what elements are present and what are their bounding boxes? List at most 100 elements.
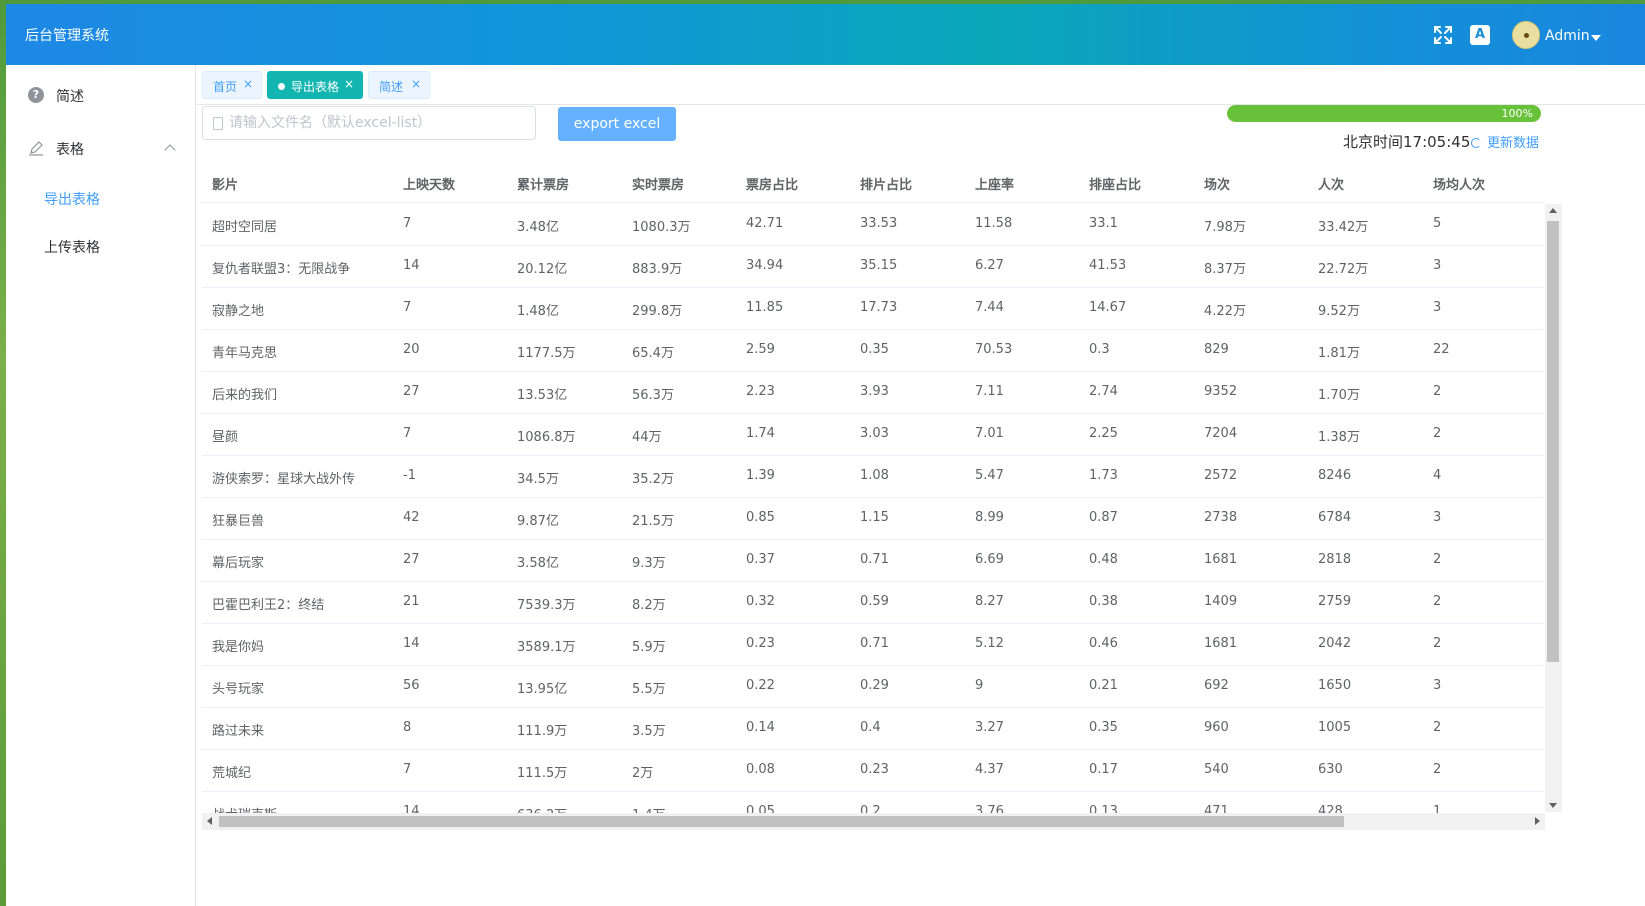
active-dot-icon: [278, 83, 285, 90]
table-row[interactable]: 我是你妈 14 3589.1万 5.9万 0.23 0.71 5.12 0.46 1681 204…: [202, 624, 1543, 666]
table-row[interactable]: 超时空同居 7 3.48亿 1080.3万 42.71 33.53 11.58 33.1 7.9…: [202, 204, 1543, 246]
column-header[interactable]: 上映天数: [403, 174, 455, 193]
table-cell: 2.59: [746, 342, 775, 357]
table-row[interactable]: 复仇者联盟3：无限战争 14 20.12亿 883.9万 34.94 35.15 6.27 4…: [202, 246, 1543, 288]
sidebar-item-label: 导出表格: [44, 192, 100, 208]
table-cell: 2: [1433, 594, 1442, 609]
user-name[interactable]: Admin: [1545, 28, 1590, 44]
filename-input[interactable]: [229, 108, 529, 138]
close-icon[interactable]: ×: [243, 77, 253, 91]
table-cell: 1080.3万: [632, 220, 691, 235]
table-cell: 9.3万: [632, 556, 666, 571]
table-cell: 8: [403, 720, 412, 735]
table-cell: 1.15: [860, 510, 889, 525]
column-header[interactable]: 场均人次: [1433, 174, 1485, 193]
progress-bar: 100%: [1227, 105, 1541, 122]
filename-field[interactable]: [202, 106, 536, 140]
table-row[interactable]: 巴霍巴利王2：终结 21 7539.3万 8.2万 0.32 0.59 8.27 0.38 14…: [202, 582, 1543, 624]
column-header[interactable]: 排片占比: [860, 174, 912, 193]
table-cell: 1681: [1204, 552, 1238, 567]
scroll-left-icon[interactable]: [207, 817, 212, 825]
table-row[interactable]: 昼颜 7 1086.8万 44万 1.74 3.03 7.01 2.25 7204 1.38万 2: [202, 414, 1543, 456]
table-cell: 56.3万: [632, 388, 674, 403]
avatar[interactable]: [1512, 21, 1540, 49]
table-row[interactable]: 幕后玩家 27 3.58亿 9.3万 0.37 0.71 6.69 0.48 1681 2818 2: [202, 540, 1543, 582]
column-header[interactable]: 上座率: [975, 174, 1014, 193]
table-cell: 8.99: [975, 510, 1004, 525]
table-row[interactable]: 荒城纪 7 111.5万 2万 0.08 0.23 4.37 0.17 540 630 2: [202, 750, 1543, 792]
table-cell: 7.44: [975, 300, 1004, 315]
tab-export-table[interactable]: 导出表格 ×: [267, 71, 363, 99]
chevron-up-icon: [164, 144, 176, 156]
table-cell: 42: [403, 510, 420, 525]
sidebar-item-brief[interactable]: ? 简述: [6, 70, 196, 120]
table-cell: 8.27: [975, 594, 1004, 609]
table-cell: 6.27: [975, 258, 1004, 273]
table-cell: 2042: [1318, 636, 1352, 651]
table-cell: 22.72万: [1318, 262, 1369, 277]
question-circle-icon: ?: [28, 87, 44, 103]
column-header[interactable]: 累计票房: [517, 174, 569, 193]
table-cell: 33.42万: [1318, 220, 1369, 235]
translate-icon[interactable]: A: [1470, 25, 1490, 45]
column-header[interactable]: 场次: [1204, 174, 1230, 193]
table-cell: 5.47: [975, 468, 1004, 483]
table-cell: 0.48: [1089, 552, 1118, 567]
table-row[interactable]: 头号玩家 56 13.95亿 5.5万 0.22 0.29 9 0.21 692 1650 3: [202, 666, 1543, 708]
app-window: 后台管理系统 A Admin ? 简述 表格 导出表格 上传表格 首页 × 导出…: [6, 4, 1645, 906]
table-cell: 幕后玩家: [212, 556, 265, 571]
horizontal-scrollbar[interactable]: [202, 813, 1545, 830]
tab-home[interactable]: 首页 ×: [202, 71, 262, 99]
sidebar-item-export-table[interactable]: 导出表格: [6, 174, 196, 222]
scroll-right-icon[interactable]: [1535, 817, 1540, 825]
table-cell: -1: [403, 468, 416, 483]
table-cell: 42.71: [746, 216, 784, 231]
table-cell: 1086.8万: [517, 430, 576, 445]
scroll-down-icon[interactable]: [1549, 803, 1557, 808]
column-header[interactable]: 影片: [212, 174, 238, 193]
table-row[interactable]: 游侠索罗：星球大战外传 -1 34.5万 35.2万 1.39 1.08 5.47 1.73 2…: [202, 456, 1543, 498]
table-cell: 2: [1433, 552, 1442, 567]
column-header[interactable]: 票房占比: [746, 174, 798, 193]
caret-down-icon[interactable]: [1591, 35, 1601, 41]
scroll-thumb[interactable]: [1547, 221, 1559, 662]
table-cell: 0.23: [746, 636, 775, 651]
table-cell: 13.53亿: [517, 388, 568, 403]
table-cell: 9.52万: [1318, 304, 1360, 319]
table-cell: 35.2万: [632, 472, 674, 487]
table-cell: 299.8万: [632, 304, 683, 319]
table-cell: 960: [1204, 720, 1229, 735]
close-icon[interactable]: ×: [344, 77, 354, 91]
vertical-scrollbar[interactable]: [1545, 204, 1562, 812]
table-row[interactable]: 后来的我们 27 13.53亿 56.3万 2.23 3.93 7.11 2.74 9352 1.…: [202, 372, 1543, 414]
table-row[interactable]: 寂静之地 7 1.48亿 299.8万 11.85 17.73 7.44 14.67 4.22万…: [202, 288, 1543, 330]
table-row[interactable]: 狂暴巨兽 42 9.87亿 21.5万 0.85 1.15 8.99 0.87 2738 6784…: [202, 498, 1543, 540]
column-header[interactable]: 排座占比: [1089, 174, 1141, 193]
table-cell: 7.11: [975, 384, 1004, 399]
sidebar-item-table[interactable]: 表格: [6, 123, 196, 173]
table-cell: 3.5万: [632, 724, 666, 739]
table-cell: 巴霍巴利王2：终结: [212, 598, 325, 613]
table-cell: 青年马克思: [212, 346, 278, 361]
refresh-data-link[interactable]: 更新数据: [1471, 132, 1539, 151]
table-row[interactable]: 青年马克思 20 1177.5万 65.4万 2.59 0.35 70.53 0.3 829 1.…: [202, 330, 1543, 372]
table-row[interactable]: 战犬瑞克斯14636.2万1.4万0.050.23.760.134714281: [202, 792, 1543, 814]
close-icon[interactable]: ×: [411, 77, 421, 91]
fullscreen-icon[interactable]: [1432, 24, 1454, 46]
table-cell: 9: [975, 678, 984, 693]
table-cell: 829: [1204, 342, 1229, 357]
table-row[interactable]: 路过未来 8 111.9万 3.5万 0.14 0.4 3.27 0.35 960 1005 2: [202, 708, 1543, 750]
table-cell: 0.35: [1089, 720, 1118, 735]
table-cell: 3.93: [860, 384, 889, 399]
sidebar-item-upload-table[interactable]: 上传表格: [6, 222, 196, 270]
scroll-thumb[interactable]: [219, 816, 1344, 827]
table-cell: 寂静之地: [212, 304, 265, 319]
column-header[interactable]: 人次: [1318, 174, 1344, 193]
column-header[interactable]: 实时票房: [632, 174, 684, 193]
table-cell: 2572: [1204, 468, 1238, 483]
scroll-up-icon[interactable]: [1549, 208, 1557, 213]
data-table: 影片上映天数累计票房实时票房票房占比排片占比上座率排座占比场次人次场均人次场均 …: [202, 162, 1543, 830]
sidebar-item-label: 上传表格: [44, 240, 100, 256]
tab-brief[interactable]: 简述 ×: [368, 71, 430, 99]
export-excel-button[interactable]: export excel: [558, 107, 676, 141]
